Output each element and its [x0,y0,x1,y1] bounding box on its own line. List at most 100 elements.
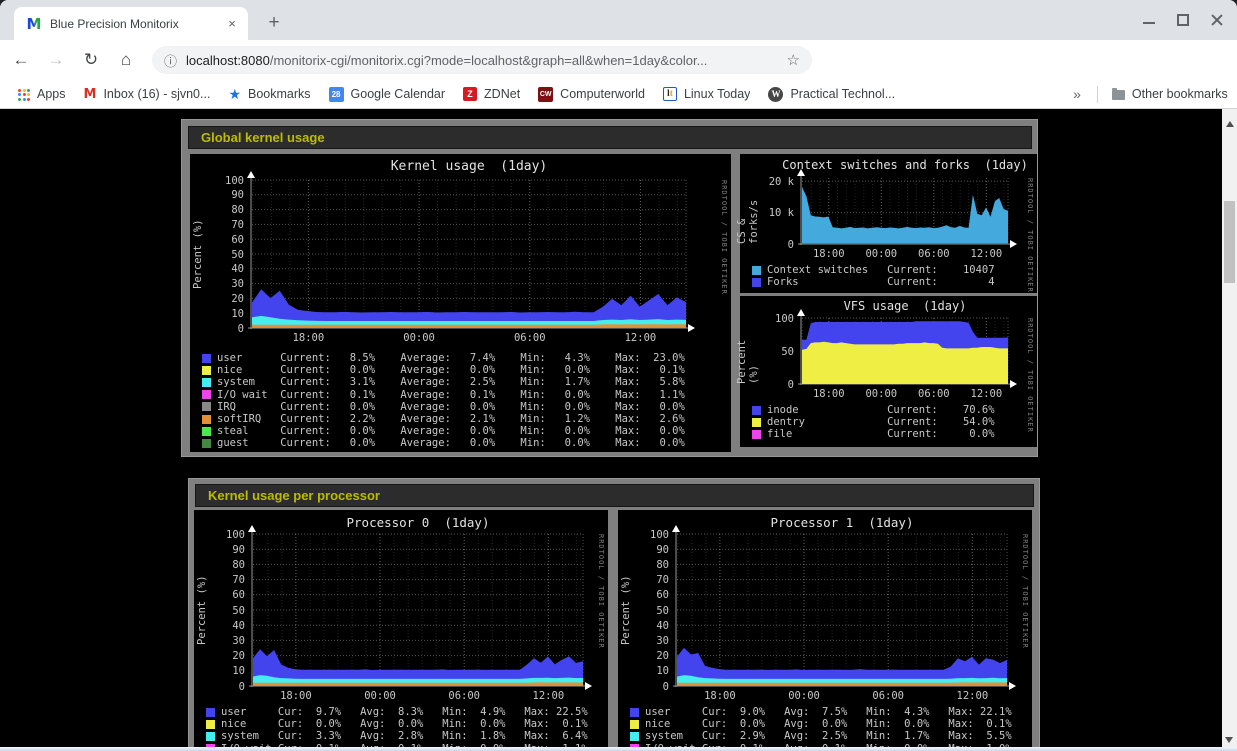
url-text[interactable]: localhost:8080/monitorix-cgi/monitorix.c… [186,53,779,68]
legend-row: file Current: 0.0% [752,428,995,440]
star-icon: ★ [228,86,241,103]
maximize-button[interactable] [1177,14,1189,26]
processor-1-ytick: 0 [632,681,669,693]
legend-swatch [752,430,761,439]
bookmark-computerworld[interactable]: CW Computerworld [538,87,645,102]
legend-row: I/O wait Current: 0.1% Average: 0.1% Min… [202,389,685,401]
kernel-usage-xtick: 12:00 [618,332,662,344]
processor-1-ytick: 70 [632,574,669,586]
bookmark-other-bookmarks[interactable]: Other bookmarks [1112,87,1228,101]
folder-icon [1112,90,1125,100]
vfs-usage-graph[interactable]: VFS usage (1day)Percent (%)05010018:0000… [740,296,1037,447]
processor-1-xtick: 00:00 [782,690,826,702]
bookmark-linux-today[interactable]: lt Linux Today [663,87,751,101]
processor-0-ytick: 40 [208,620,245,632]
bookmarks-overflow-chevron[interactable]: » [1073,86,1081,102]
legend-text: IRQ Current: 0.0% Average: 0.0% Min: 0.0… [217,401,685,413]
legend-row: nice Current: 0.0% Average: 0.0% Min: 0.… [202,364,685,376]
legend-row: inode Current: 70.6% [752,404,995,416]
zdnet-icon: Z [463,87,477,101]
legend-row: system Current: 3.1% Average: 2.5% Min: … [202,376,685,388]
legend-row: steal Current: 0.0% Average: 0.0% Min: 0… [202,425,685,437]
linux-today-icon: lt [663,87,677,101]
processor-1-ytick: 50 [632,605,669,617]
context-switches-forks-graph[interactable]: Context switches and forks (1day)CS & fo… [740,154,1037,293]
legend-text: dentry Current: 54.0% [767,416,995,428]
processor-0-xtick: 00:00 [358,690,402,702]
processor-0-ytick: 100 [208,529,245,541]
page-info-icon[interactable]: ⓘ [164,51,177,70]
kernel-usage-xtick: 18:00 [286,332,330,344]
scrollbar-down-arrow[interactable] [1223,733,1236,747]
bookmark-zdnet[interactable]: Z ZDNet [463,87,520,101]
kernel-usage-ytick: 30 [204,278,244,290]
bookmark-inbox[interactable]: M Inbox (16) - sjvn0... [84,87,211,102]
kernel-usage-ytick: 20 [204,293,244,305]
url-path: /monitorix-cgi/monitorix.cgi?mode=localh… [270,53,708,68]
legend-row: dentry Current: 54.0% [752,416,995,428]
rrdtool-watermark: RRDTOOL / TOBI OETIKER [720,180,728,295]
kernel-usage-ytick: 70 [204,219,244,231]
home-button[interactable]: ⌂ [112,46,140,74]
processor-1-ytick: 80 [632,559,669,571]
legend-swatch [206,708,215,717]
processor-1-xtick: 18:00 [698,690,742,702]
vfs-usage-ytick: 50 [754,346,794,358]
calendar-icon: 28 [329,87,344,102]
legend-row: Context switches Current: 10407 [752,264,995,276]
legend-swatch [202,402,211,411]
processor-1-ytick: 100 [632,529,669,541]
minimize-button[interactable] [1143,17,1155,24]
section-title: Kernel usage per processor [208,488,380,503]
legend-row: Forks Current: 4 [752,276,995,288]
processor-1-ytick: 30 [632,635,669,647]
vfs-usage-xtick: 12:00 [964,388,1008,400]
legend-text: nice Cur: 0.0% Avg: 0.0% Min: 0.0% Max: … [645,718,1012,730]
wordpress-icon: W [768,87,783,102]
page-content: Global kernel usage Kernel usage (1day)P… [0,109,1237,751]
bookmarks-divider [1097,86,1098,103]
scrollbar-thumb[interactable] [1224,201,1235,283]
scrollbar-up-arrow[interactable] [1226,117,1234,127]
legend-text: user Cur: 9.7% Avg: 8.3% Min: 4.9% Max: … [221,706,588,718]
back-button[interactable]: ← [7,46,35,74]
processor-0-ytick: 70 [208,574,245,586]
rrdtool-watermark: RRDTOOL / TOBI OETIKER [597,534,605,649]
legend-swatch [752,406,761,415]
legend-swatch [752,418,761,427]
legend-text: system Current: 3.1% Average: 2.5% Min: … [217,376,685,388]
tab-monitorix[interactable]: MM Blue Precision Monitorix × [14,7,248,40]
processor-0-ytick: 60 [208,589,245,601]
legend-text: guest Current: 0.0% Average: 0.0% Min: 0… [217,437,685,449]
new-tab-button[interactable]: + [262,12,286,36]
legend-text: system Cur: 3.3% Avg: 2.8% Min: 1.8% Max… [221,730,588,742]
bookmark-bookmarks[interactable]: ★ Bookmarks [228,86,310,103]
address-bar[interactable]: ⓘ localhost:8080/monitorix-cgi/monitorix… [152,46,812,74]
kernel-usage-graph[interactable]: Kernel usage (1day)Percent (%)0102030405… [190,154,731,452]
titlebar: MM Blue Precision Monitorix × + [0,0,1237,40]
close-window-button[interactable] [1211,14,1223,26]
reload-button[interactable]: ↻ [77,46,105,74]
bookmark-this-icon[interactable]: ☆ [787,51,800,69]
processor-1-ytick: 40 [632,620,669,632]
bookmark-apps[interactable]: Apps [18,87,66,101]
legend-text: file Current: 0.0% [767,428,995,440]
legend-row: user Current: 8.5% Average: 7.4% Min: 4.… [202,352,685,364]
bookmark-google-calendar[interactable]: 28 Google Calendar [329,87,446,102]
context-forks-xtick: 00:00 [859,248,903,260]
tab-close-icon[interactable]: × [224,16,240,32]
forward-button[interactable]: → [42,46,70,74]
bookmark-practical-technology[interactable]: W Practical Technol... [768,87,895,102]
processor-0-ytick: 0 [208,681,245,693]
legend-swatch [202,427,211,436]
section-header-global-kernel: Global kernel usage [188,126,1032,149]
legend-text: user Cur: 9.0% Avg: 7.5% Min: 4.3% Max: … [645,706,1012,718]
legend-row: guest Current: 0.0% Average: 0.0% Min: 0… [202,437,685,449]
legend-row: user Cur: 9.0% Avg: 7.5% Min: 4.3% Max: … [630,706,1012,718]
processor-0-graph[interactable]: Processor 0 (1day)Percent (%)01020304050… [194,510,608,751]
processor-0-ytick: 80 [208,559,245,571]
rrdtool-watermark: RRDTOOL / TOBI OETIKER [1026,178,1034,293]
processor-1-graph[interactable]: Processor 1 (1day)Percent (%)01020304050… [618,510,1032,751]
processor-0-xtick: 18:00 [274,690,318,702]
apps-grid-icon [18,89,30,101]
